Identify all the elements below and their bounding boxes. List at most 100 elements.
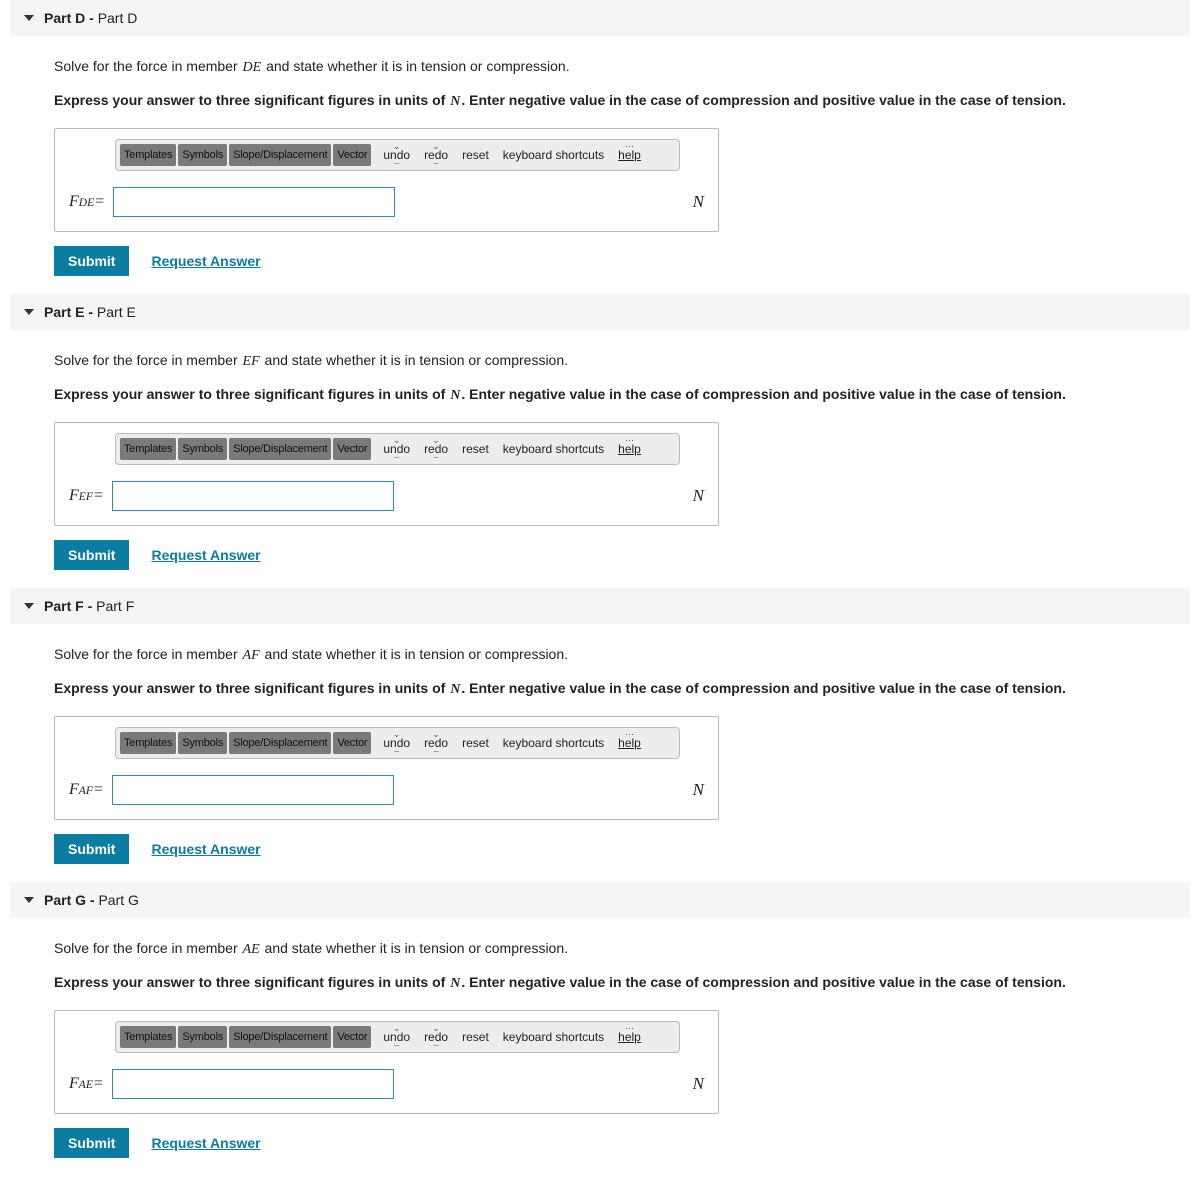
part-e-variable: FEF= (69, 487, 104, 505)
redo-button[interactable]: ⌄redo⌣ (418, 437, 454, 461)
toolbar-wrap: Templates Symbols Slope/Displacement Vec… (115, 727, 708, 759)
redo-button[interactable]: ⌄redo⌣ (418, 1025, 454, 1049)
part-f-input-row: FAF= N (65, 775, 708, 805)
slope-displacement-button[interactable]: Slope/Displacement (229, 438, 331, 460)
vector-button[interactable]: Vector (333, 438, 371, 460)
slope-displacement-button[interactable]: Slope/Displacement (229, 1026, 331, 1048)
part-e-answer-input[interactable] (112, 481, 394, 511)
toolbar-wrap: Templates Symbols Slope/Displacement Vec… (115, 1021, 708, 1053)
part-d-header[interactable]: Part D - Part D (10, 0, 1190, 36)
part-d-actions: Submit Request Answer (54, 246, 1190, 276)
help-button[interactable]: ⋯help (612, 143, 647, 167)
part-g-block: Part G - Part G Solve for the force in m… (10, 882, 1190, 1158)
part-f-answer-input[interactable] (112, 775, 394, 805)
part-d-input-row: FDE= N (65, 187, 708, 217)
request-answer-link[interactable]: Request Answer (151, 547, 260, 563)
equation-toolbar: Templates Symbols Slope/Displacement Vec… (115, 727, 680, 759)
symbols-button[interactable]: Symbols (178, 144, 227, 166)
templates-button[interactable]: Templates (120, 438, 176, 460)
instr-unit: N (449, 94, 461, 109)
part-d-answer-input[interactable] (113, 187, 395, 217)
equation-toolbar: Templates Symbols Slope/Displacement Vec… (115, 433, 680, 465)
undo-button[interactable]: ⌄undo⌣ (377, 731, 416, 755)
collapse-caret-icon[interactable] (24, 309, 34, 315)
templates-button[interactable]: Templates (120, 1026, 176, 1048)
reset-button[interactable]: reset (456, 1025, 495, 1049)
part-e-unit: N (693, 486, 708, 506)
part-d-instructions: Express your answer to three significant… (54, 90, 1190, 112)
part-e-title-bold: Part E - (44, 304, 97, 320)
request-answer-link[interactable]: Request Answer (151, 841, 260, 857)
part-g-title-rest: Part G (98, 892, 138, 908)
part-g-header[interactable]: Part G - Part G (10, 882, 1190, 918)
part-f-variable: FAF= (69, 781, 104, 799)
slope-displacement-button[interactable]: Slope/Displacement (229, 144, 331, 166)
symbols-button[interactable]: Symbols (178, 438, 227, 460)
symbols-button[interactable]: Symbols (178, 1026, 227, 1048)
part-f-actions: Submit Request Answer (54, 834, 1190, 864)
part-e-title: Part E - Part E (44, 304, 136, 320)
submit-button[interactable]: Submit (54, 246, 129, 276)
vector-button[interactable]: Vector (333, 732, 371, 754)
collapse-caret-icon[interactable] (24, 897, 34, 903)
request-answer-link[interactable]: Request Answer (151, 1135, 260, 1151)
part-d-block: Part D - Part D Solve for the force in m… (10, 0, 1190, 276)
collapse-caret-icon[interactable] (24, 603, 34, 609)
submit-button[interactable]: Submit (54, 1128, 129, 1158)
templates-button[interactable]: Templates (120, 144, 176, 166)
help-button[interactable]: ⋯help (612, 437, 647, 461)
part-e-block: Part E - Part E Solve for the force in m… (10, 294, 1190, 570)
reset-button[interactable]: reset (456, 143, 495, 167)
part-d-variable: FDE= (69, 193, 105, 211)
part-f-title: Part F - Part F (44, 598, 134, 614)
part-g-answer-input[interactable] (112, 1069, 394, 1099)
part-g-actions: Submit Request Answer (54, 1128, 1190, 1158)
prompt-pre: Solve for the force in member (54, 58, 242, 74)
vector-button[interactable]: Vector (333, 144, 371, 166)
redo-button[interactable]: ⌄redo⌣ (418, 143, 454, 167)
equation-toolbar: Templates Symbols Slope/Displacement Vec… (115, 1021, 680, 1053)
part-g-prompt: Solve for the force in member AE and sta… (54, 938, 1190, 960)
part-e-header[interactable]: Part E - Part E (10, 294, 1190, 330)
toolbar-wrap: Templates Symbols Slope/Displacement Vec… (115, 433, 708, 465)
templates-button[interactable]: Templates (120, 732, 176, 754)
help-button[interactable]: ⋯help (612, 731, 647, 755)
part-f-header[interactable]: Part F - Part F (10, 588, 1190, 624)
prompt-member: DE (242, 60, 263, 75)
reset-button[interactable]: reset (456, 731, 495, 755)
part-g-title-bold: Part G - (44, 892, 98, 908)
part-f-body: Solve for the force in member AF and sta… (10, 624, 1190, 864)
part-f-title-rest: Part F (96, 598, 134, 614)
keyboard-shortcuts-button[interactable]: keyboard shortcuts (497, 143, 610, 167)
part-e-instructions: Express your answer to three significant… (54, 384, 1190, 406)
part-f-title-bold: Part F - (44, 598, 96, 614)
part-f-unit: N (693, 780, 708, 800)
vector-button[interactable]: Vector (333, 1026, 371, 1048)
part-d-title-rest: Part D (98, 10, 138, 26)
keyboard-shortcuts-button[interactable]: keyboard shortcuts (497, 731, 610, 755)
undo-button[interactable]: ⌄undo⌣ (377, 1025, 416, 1049)
part-e-prompt: Solve for the force in member EF and sta… (54, 350, 1190, 372)
symbols-button[interactable]: Symbols (178, 732, 227, 754)
part-e-input-row: FEF= N (65, 481, 708, 511)
request-answer-link[interactable]: Request Answer (151, 253, 260, 269)
part-g-body: Solve for the force in member AE and sta… (10, 918, 1190, 1158)
undo-button[interactable]: ⌄undo⌣ (377, 143, 416, 167)
slope-displacement-button[interactable]: Slope/Displacement (229, 732, 331, 754)
part-g-instructions: Express your answer to three significant… (54, 972, 1190, 994)
undo-button[interactable]: ⌄undo⌣ (377, 437, 416, 461)
redo-button[interactable]: ⌄redo⌣ (418, 731, 454, 755)
submit-button[interactable]: Submit (54, 540, 129, 570)
keyboard-shortcuts-button[interactable]: keyboard shortcuts (497, 1025, 610, 1049)
toolbar-wrap: Templates Symbols Slope/Displacement Vec… (115, 139, 708, 171)
part-f-instructions: Express your answer to three significant… (54, 678, 1190, 700)
instr-post: . Enter negative value in the case of co… (461, 92, 1066, 108)
collapse-caret-icon[interactable] (24, 15, 34, 21)
reset-button[interactable]: reset (456, 437, 495, 461)
part-f-block: Part F - Part F Solve for the force in m… (10, 588, 1190, 864)
keyboard-shortcuts-button[interactable]: keyboard shortcuts (497, 437, 610, 461)
part-d-prompt: Solve for the force in member DE and sta… (54, 56, 1190, 78)
help-button[interactable]: ⋯help (612, 1025, 647, 1049)
prompt-post: and state whether it is in tension or co… (262, 58, 569, 74)
submit-button[interactable]: Submit (54, 834, 129, 864)
